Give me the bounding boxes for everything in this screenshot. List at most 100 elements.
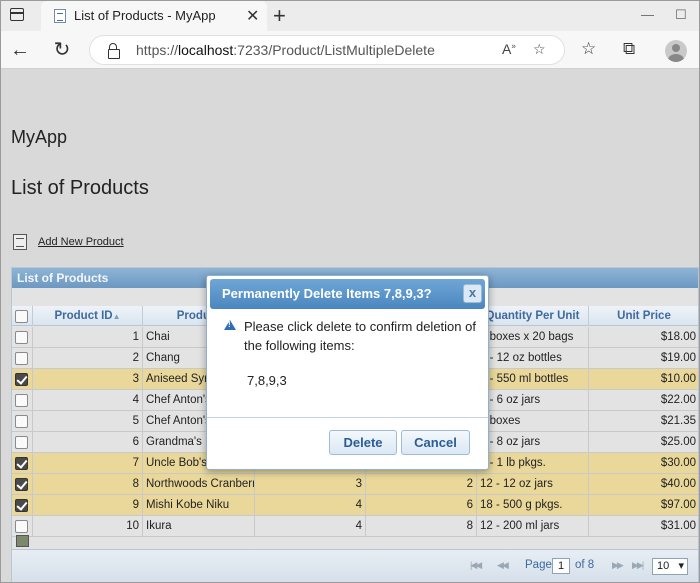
collections-icon[interactable]: ⧉ <box>623 39 635 59</box>
dialog-title: Permanently Delete Items 7,8,9,3? <box>222 286 432 301</box>
row-select-cell <box>12 474 33 495</box>
new-tab-icon[interactable]: + <box>273 3 286 29</box>
tab-title: List of Products - MyApp <box>74 8 216 23</box>
page-count: of 8 <box>575 559 595 571</box>
row-checkbox[interactable] <box>15 499 28 512</box>
unit-price-cell: $30.00 <box>660 457 696 469</box>
product-id-cell: 8 <box>33 474 143 495</box>
app-brand[interactable]: MyApp <box>11 127 67 148</box>
quantity-cell: 6 boxes <box>477 411 589 432</box>
supplier-id-cell: 4 <box>255 516 366 537</box>
title-bar: List of Products - MyApp ✕ + — ☐ <box>1 1 699 31</box>
minimize-icon[interactable]: — <box>641 7 654 22</box>
unit-price-cell: $10.00 <box>660 373 696 385</box>
quantity-cell: 2 - 1 lb pkgs. <box>477 453 589 474</box>
cancel-button[interactable]: Cancel <box>401 430 470 455</box>
browser-toolbar: ← ↻ https://localhost:7233/Product/ListM… <box>1 31 699 69</box>
favorites-icon[interactable]: ☆ <box>581 39 596 59</box>
row-checkbox[interactable] <box>15 415 28 428</box>
browser-window: List of Products - MyApp ✕ + — ☐ ← ↻ htt… <box>0 0 700 583</box>
unit-price-cell: $18.00 <box>660 331 696 343</box>
read-aloud-icon[interactable]: A» <box>502 41 516 57</box>
delete-selected-icon[interactable] <box>16 535 29 547</box>
add-new-product-link[interactable]: Add New Product <box>38 236 124 248</box>
row-checkbox[interactable] <box>15 520 28 533</box>
unit-price-cell: $22.00 <box>660 394 696 406</box>
delete-confirm-dialog: Permanently Delete Items 7,8,9,3? x Plea… <box>206 275 489 470</box>
product-name-cell: Ikura <box>143 516 255 537</box>
select-all-cell <box>12 306 33 326</box>
quantity-cell: 8 - 6 oz jars <box>477 390 589 411</box>
unit-price-cell: $19.00 <box>660 352 696 364</box>
address-bar[interactable]: https://localhost:7233/Product/ListMulti… <box>89 35 565 65</box>
row-select-cell <box>12 411 33 432</box>
category-id-cell: 2 <box>366 474 477 495</box>
dialog-header: Permanently Delete Items 7,8,9,3? x <box>210 279 485 309</box>
unit-price-cell: $31.00 <box>660 520 696 532</box>
product-id-cell: 10 <box>33 516 143 537</box>
quantity-cell: 4 - 12 oz bottles <box>477 348 589 369</box>
maximize-icon[interactable]: ☐ <box>675 7 687 23</box>
table-row[interactable]: 10 Ikura 4 8 12 - 200 ml jars $31.00 <box>12 516 698 537</box>
row-checkbox[interactable] <box>15 394 28 407</box>
row-select-cell <box>12 327 33 348</box>
row-checkbox[interactable] <box>15 331 28 344</box>
warning-icon <box>224 320 236 330</box>
lock-icon <box>108 43 120 59</box>
quantity-cell: 2 - 550 ml bottles <box>477 369 589 390</box>
row-select-cell <box>12 390 33 411</box>
row-checkbox[interactable] <box>15 478 28 491</box>
row-checkbox[interactable] <box>15 352 28 365</box>
delete-button[interactable]: Delete <box>329 430 397 455</box>
page-size-select[interactable]: 10 <box>652 558 688 575</box>
column-header-unit-price[interactable]: Unit Price <box>589 306 699 326</box>
product-name-cell: Northwoods Cranberr <box>143 474 255 495</box>
product-id-cell: 3 <box>33 369 143 390</box>
row-select-cell <box>12 348 33 369</box>
column-header-product-id[interactable]: Product ID▲ <box>33 306 143 326</box>
dialog-message: Please click delete to confirm deletion … <box>244 319 476 353</box>
page-number-input[interactable]: 1 <box>552 558 570 574</box>
row-checkbox[interactable] <box>15 373 28 386</box>
category-id-cell: 6 <box>366 495 477 516</box>
first-page-icon[interactable]: |◀◀ <box>470 560 482 571</box>
row-select-cell <box>12 516 33 537</box>
quantity-cell: 0 boxes x 20 bags <box>477 327 589 348</box>
favorite-star-icon[interactable]: ☆ <box>533 41 546 58</box>
close-tab-icon[interactable]: ✕ <box>246 6 259 26</box>
quantity-cell: 12 - 12 oz jars <box>477 474 589 495</box>
table-row[interactable]: 8 Northwoods Cranberr 3 2 12 - 12 oz jars $40… <box>12 474 698 495</box>
dialog-divider <box>207 417 488 418</box>
unit-price-cell: $40.00 <box>660 478 696 490</box>
add-document-icon[interactable] <box>13 234 27 250</box>
next-page-icon[interactable]: ▶▶ <box>612 560 624 571</box>
refresh-icon[interactable]: ↻ <box>49 37 75 63</box>
product-id-cell: 4 <box>33 390 143 411</box>
grid-pager: |◀◀ ◀◀ Page 1 of 8 ▶▶ ▶▶| 10 <box>12 549 698 582</box>
window-menu-icon[interactable] <box>10 8 24 21</box>
profile-avatar[interactable] <box>665 40 687 62</box>
supplier-id-cell: 4 <box>255 495 366 516</box>
product-id-cell: 2 <box>33 348 143 369</box>
row-checkbox[interactable] <box>15 436 28 449</box>
row-select-cell <box>12 432 33 453</box>
table-row[interactable]: 9 Mishi Kobe Niku 4 6 18 - 500 g pkgs. $97.00 <box>12 495 698 516</box>
quantity-cell: 2 - 8 oz jars <box>477 432 589 453</box>
dialog-close-icon[interactable]: x <box>463 284 482 303</box>
product-id-cell: 9 <box>33 495 143 516</box>
row-checkbox[interactable] <box>15 457 28 470</box>
browser-tab[interactable]: List of Products - MyApp ✕ <box>41 1 267 31</box>
product-id-cell: 7 <box>33 453 143 474</box>
back-icon[interactable]: ← <box>7 37 33 63</box>
row-select-cell <box>12 453 33 474</box>
column-header-quantity[interactable]: Quantity Per Unit <box>477 306 589 326</box>
last-page-icon[interactable]: ▶▶| <box>632 560 644 571</box>
url-text: https://localhost:7233/Product/ListMulti… <box>136 42 435 58</box>
sort-asc-icon: ▲ <box>112 312 121 321</box>
page-title: List of Products <box>11 177 149 199</box>
select-all-checkbox[interactable] <box>15 310 28 323</box>
category-id-cell: 8 <box>366 516 477 537</box>
prev-page-icon[interactable]: ◀◀ <box>497 560 509 571</box>
page-label: Page <box>525 559 552 571</box>
row-select-cell <box>12 369 33 390</box>
